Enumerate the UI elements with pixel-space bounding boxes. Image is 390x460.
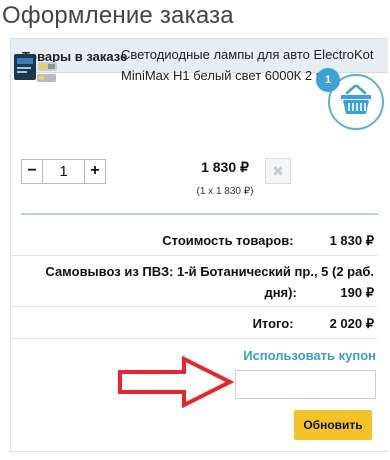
summary-divider: [11, 306, 378, 307]
quantity-decrease-button[interactable]: −: [21, 159, 43, 184]
page-title: Оформление заказа: [2, 2, 234, 29]
coupon-input[interactable]: [235, 370, 376, 399]
pickup-label: Самовывоз из ПВЗ: 1-й Ботанический пр., …: [45, 264, 374, 300]
pickup-row: Самовывоз из ПВЗ: 1-й Ботанический пр., …: [20, 261, 374, 303]
total-row: Итого: 2 020 ₽: [253, 316, 374, 332]
pickup-value: 190 ₽: [340, 285, 374, 300]
close-icon: ✖: [272, 163, 284, 179]
goods-cost-value: 1 830 ₽: [329, 233, 374, 248]
quantity-increase-button[interactable]: +: [84, 159, 106, 184]
goods-cost-row: Стоимость товаров: 1 830 ₽: [162, 233, 374, 249]
summary-divider: [11, 255, 378, 256]
goods-cost-label: Стоимость товаров:: [162, 233, 294, 248]
item-unit-price: (1 x 1 830 ₽): [196, 186, 254, 197]
update-button[interactable]: Обновить: [294, 410, 372, 440]
product-image[interactable]: [13, 50, 59, 86]
total-value: 2 020 ₽: [329, 316, 374, 331]
item-divider: [21, 213, 378, 215]
quantity-stepper: − 1 +: [21, 159, 106, 184]
summary-divider: [11, 338, 378, 339]
basket-count-badge: 1: [316, 68, 340, 92]
remove-item-button[interactable]: ✖: [265, 158, 291, 184]
quantity-input[interactable]: 1: [43, 159, 84, 184]
use-coupon-link[interactable]: Использовать купон: [243, 348, 376, 363]
arrow-annotation-icon: [118, 355, 235, 409]
total-label: Итого:: [252, 316, 294, 331]
